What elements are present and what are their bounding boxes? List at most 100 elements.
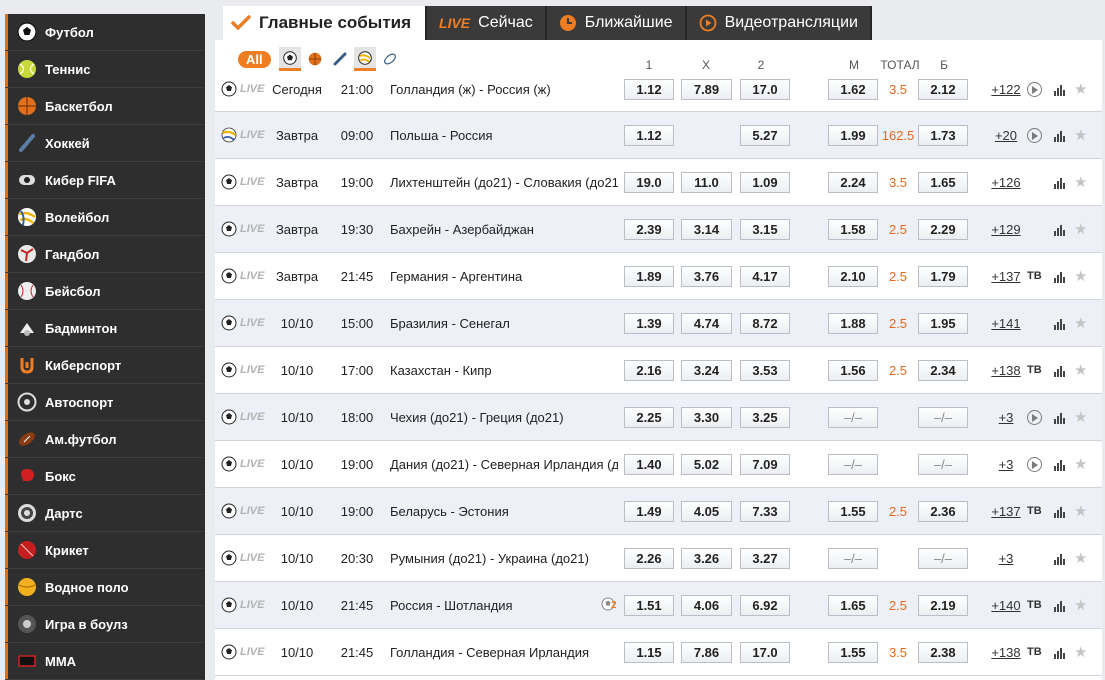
- odds-2-button[interactable]: 5.27: [740, 125, 790, 146]
- statistics-icon[interactable]: [1054, 84, 1065, 96]
- odds-under-button[interactable]: 1.58: [828, 219, 878, 240]
- favorite-star-icon[interactable]: ★: [1074, 408, 1087, 426]
- play-video-icon[interactable]: [1027, 410, 1042, 425]
- more-markets-link[interactable]: +129: [988, 222, 1024, 237]
- sidebar-item-hockey[interactable]: Хоккей: [5, 125, 205, 162]
- tab-live-now[interactable]: LIVE Сейчас: [427, 6, 547, 40]
- event-teams-link[interactable]: Дания (до21) - Северная Ирландия (до21): [390, 457, 618, 472]
- odds-2-button[interactable]: 4.17: [740, 266, 790, 287]
- statistics-icon[interactable]: [1054, 506, 1065, 518]
- odds-under-button[interactable]: 1.65: [828, 595, 878, 616]
- favorite-star-icon[interactable]: ★: [1074, 596, 1087, 614]
- odds-x-button[interactable]: 3.30: [681, 407, 732, 428]
- favorite-star-icon[interactable]: ★: [1074, 173, 1087, 191]
- more-markets-link[interactable]: +140: [988, 598, 1024, 613]
- statistics-icon[interactable]: [1054, 130, 1065, 142]
- odds-x-button[interactable]: 3.24: [681, 360, 732, 381]
- more-markets-link[interactable]: +3: [988, 551, 1024, 566]
- event-teams-link[interactable]: Бразилия - Сенегал: [390, 316, 618, 331]
- odds-1-button[interactable]: 1.39: [624, 313, 674, 334]
- odds-1-button[interactable]: 1.12: [624, 125, 674, 146]
- odds-x-button[interactable]: 3.26: [681, 548, 732, 569]
- odds-under-button[interactable]: 2.24: [828, 172, 878, 193]
- odds-under-button[interactable]: 1.99: [828, 125, 878, 146]
- favorite-star-icon[interactable]: ★: [1074, 267, 1087, 285]
- odds-over-button[interactable]: –/–: [918, 454, 968, 475]
- sidebar-item-boxing-glove[interactable]: Бокс: [5, 458, 205, 495]
- tab-main-events[interactable]: Главные события: [223, 6, 428, 40]
- tv-icon[interactable]: ТВ: [1027, 505, 1042, 517]
- odds-over-button[interactable]: 1.79: [918, 266, 968, 287]
- odds-over-button[interactable]: 2.34: [918, 360, 968, 381]
- odds-1-button[interactable]: 1.15: [624, 642, 674, 663]
- odds-x-button[interactable]: 4.74: [681, 313, 732, 334]
- tv-icon[interactable]: ТВ: [1027, 364, 1042, 376]
- statistics-icon[interactable]: [1054, 459, 1065, 471]
- odds-x-button[interactable]: 4.05: [681, 501, 732, 522]
- event-teams-link[interactable]: Голландия (ж) - Россия (ж): [390, 82, 618, 97]
- sidebar-item-cricket-ball[interactable]: Крикет: [5, 532, 205, 569]
- odds-2-button[interactable]: 1.09: [740, 172, 790, 193]
- odds-1-button[interactable]: 1.49: [624, 501, 674, 522]
- more-markets-link[interactable]: +3: [988, 457, 1024, 472]
- sidebar-item-volleyball[interactable]: Волейбол: [5, 199, 205, 236]
- event-teams-link[interactable]: Беларусь - Эстония: [390, 504, 618, 519]
- more-markets-link[interactable]: +138: [988, 645, 1024, 660]
- odds-over-button[interactable]: 2.36: [918, 501, 968, 522]
- favorite-star-icon[interactable]: ★: [1074, 80, 1087, 98]
- play-video-icon[interactable]: [1027, 457, 1042, 472]
- odds-2-button[interactable]: 8.72: [740, 313, 790, 334]
- more-markets-link[interactable]: +138: [988, 363, 1024, 378]
- odds-2-button[interactable]: 3.53: [740, 360, 790, 381]
- odds-over-button[interactable]: 2.38: [918, 642, 968, 663]
- sidebar-item-cyber-fifa[interactable]: Кибер FIFA: [5, 162, 205, 199]
- odds-x-button[interactable]: 7.86: [681, 642, 732, 663]
- more-markets-link[interactable]: +20: [988, 128, 1024, 143]
- sidebar-item-motorsport[interactable]: Автоспорт: [5, 384, 205, 421]
- play-video-icon[interactable]: [1027, 128, 1042, 143]
- odds-over-button[interactable]: 1.65: [918, 172, 968, 193]
- sidebar-item-esports[interactable]: Киберспорт: [5, 347, 205, 384]
- sidebar-item-american-football[interactable]: Ам.футбол: [5, 421, 205, 458]
- more-markets-link[interactable]: +126: [988, 175, 1024, 190]
- odds-1-button[interactable]: 1.40: [624, 454, 674, 475]
- favorite-star-icon[interactable]: ★: [1074, 126, 1087, 144]
- favorite-star-icon[interactable]: ★: [1074, 549, 1087, 567]
- odds-under-button[interactable]: 1.55: [828, 501, 878, 522]
- sidebar-item-basketball[interactable]: Баскетбол: [5, 88, 205, 125]
- odds-over-button[interactable]: –/–: [918, 548, 968, 569]
- odds-2-button[interactable]: 3.15: [740, 219, 790, 240]
- more-markets-link[interactable]: +3: [988, 410, 1024, 425]
- event-teams-link[interactable]: Голландия - Северная Ирландия: [390, 645, 618, 660]
- filter-all-button[interactable]: All: [238, 50, 271, 68]
- odds-over-button[interactable]: 1.73: [918, 125, 968, 146]
- odds-1-button[interactable]: 2.39: [624, 219, 674, 240]
- more-markets-link[interactable]: +137: [988, 269, 1024, 284]
- odds-under-button[interactable]: –/–: [828, 548, 878, 569]
- statistics-icon[interactable]: [1054, 412, 1065, 424]
- odds-over-button[interactable]: –/–: [918, 407, 968, 428]
- odds-1-button[interactable]: 2.25: [624, 407, 674, 428]
- odds-2-button[interactable]: 7.33: [740, 501, 790, 522]
- statistics-icon[interactable]: [1054, 553, 1065, 565]
- sidebar-item-bowls[interactable]: Игра в боулз: [5, 606, 205, 643]
- event-teams-link[interactable]: Румыния (до21) - Украина (до21): [390, 551, 618, 566]
- odds-2-button[interactable]: 17.0: [740, 642, 790, 663]
- odds-over-button[interactable]: 1.95: [918, 313, 968, 334]
- sidebar-item-handball[interactable]: Гандбол: [5, 236, 205, 273]
- statistics-icon[interactable]: [1054, 600, 1065, 612]
- odds-under-button[interactable]: 2.10: [828, 266, 878, 287]
- statistics-icon[interactable]: [1054, 224, 1065, 236]
- odds-1-button[interactable]: 1.89: [624, 266, 674, 287]
- sidebar-item-water-polo[interactable]: Водное поло: [5, 569, 205, 606]
- statistics-icon[interactable]: [1054, 647, 1065, 659]
- odds-1-button[interactable]: 1.51: [624, 595, 674, 616]
- favorite-star-icon[interactable]: ★: [1074, 314, 1087, 332]
- more-markets-link[interactable]: +141: [988, 316, 1024, 331]
- tv-icon[interactable]: ТВ: [1027, 646, 1042, 658]
- odds-2-button[interactable]: 7.09: [740, 454, 790, 475]
- sidebar-item-badminton[interactable]: Бадминтон: [5, 310, 205, 347]
- odds-x-button[interactable]: 7.89: [681, 79, 732, 100]
- statistics-icon[interactable]: [1054, 365, 1065, 377]
- favorite-star-icon[interactable]: ★: [1074, 502, 1087, 520]
